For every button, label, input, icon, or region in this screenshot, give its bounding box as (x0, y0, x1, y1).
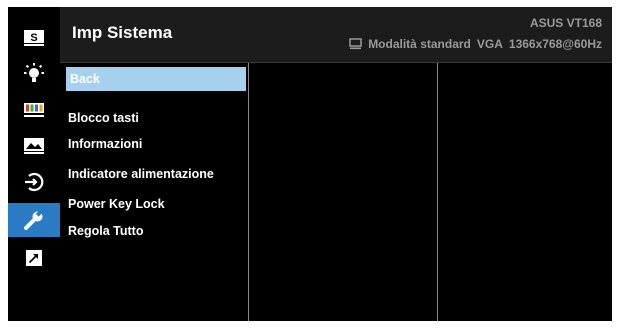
sidebar-item-color[interactable] (8, 93, 60, 127)
submenu-values-panel (438, 63, 612, 321)
sidebar-item-shortcut[interactable] (8, 241, 60, 275)
status-line: Modalità standard VGA 1366x768@60Hz (349, 37, 602, 51)
menu-item-power-key-lock[interactable]: Power Key Lock (68, 197, 165, 211)
sidebar-item-system-setup[interactable] (8, 203, 60, 237)
sidebar-item-brightness[interactable] (8, 57, 60, 91)
image-icon (24, 138, 44, 154)
input-source: VGA (476, 37, 503, 51)
resolution: 1366x768@60Hz (508, 37, 602, 51)
brightness-icon (24, 63, 44, 82)
menu-item-information[interactable]: Informazioni (68, 137, 142, 151)
sidebar-item-splendid[interactable]: S (8, 21, 60, 55)
osd-panel: S Imp Sistema ASUS VT168 Modalità standa… (8, 7, 612, 321)
monitor-model: ASUS VT168 (529, 16, 602, 30)
menu-item-key-lock[interactable]: Blocco tasti (68, 111, 139, 125)
splendid-icon: S (24, 30, 44, 46)
display-mode: Modalità standard (368, 37, 471, 51)
sidebar-item-input-select[interactable] (8, 165, 60, 199)
submenu-list: Back Blocco tasti Informazioni Indicator… (60, 63, 249, 321)
menu-item-reset-all[interactable]: Regola Tutto (68, 224, 143, 238)
svg-text:S: S (30, 32, 37, 44)
menu-item-power-indicator[interactable]: Indicatore alimentazione (68, 167, 214, 181)
color-icon (24, 103, 44, 117)
page-title: Imp Sistema (72, 23, 173, 42)
shortcut-arrow-icon (26, 250, 42, 266)
monitor-icon (349, 38, 362, 50)
submenu-options-panel (249, 63, 438, 321)
wrench-icon (24, 210, 43, 230)
header-bar: Imp Sistema ASUS VT168 Modalità standard… (60, 7, 612, 63)
sidebar: S (8, 7, 60, 321)
sidebar-item-image[interactable] (8, 129, 60, 163)
input-select-icon (25, 172, 44, 192)
menu-item-back[interactable]: Back (66, 67, 246, 91)
